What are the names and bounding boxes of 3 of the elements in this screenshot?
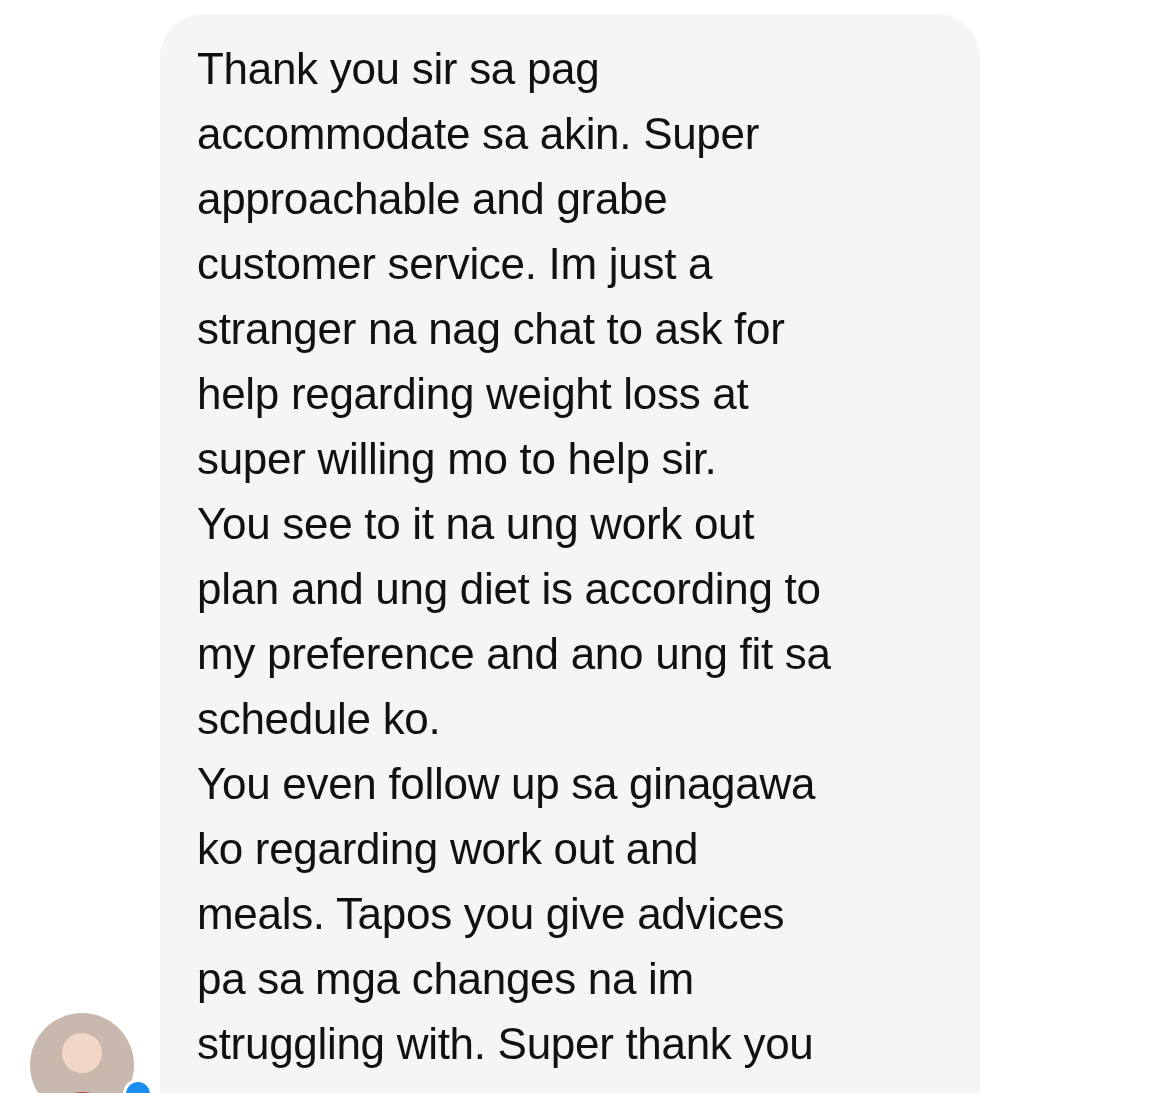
message-text: You even follow up sa ginagawa ko regarding work out and meals. Tapos you give advices pa sa mga changes na im struggling with. Super thank you [197,758,817,1070]
message-text: Thank you sir sa pag accommodate sa akin. Super approachable and grabe customer service. Im just a stranger na nag chat to ask for help regarding weight loss at super willing mo to help sir. [197,43,786,485]
message-text: You see to it na ung work out plan and ung diet is according to my preference and ano ung fit sa schedule ko. [197,498,832,745]
